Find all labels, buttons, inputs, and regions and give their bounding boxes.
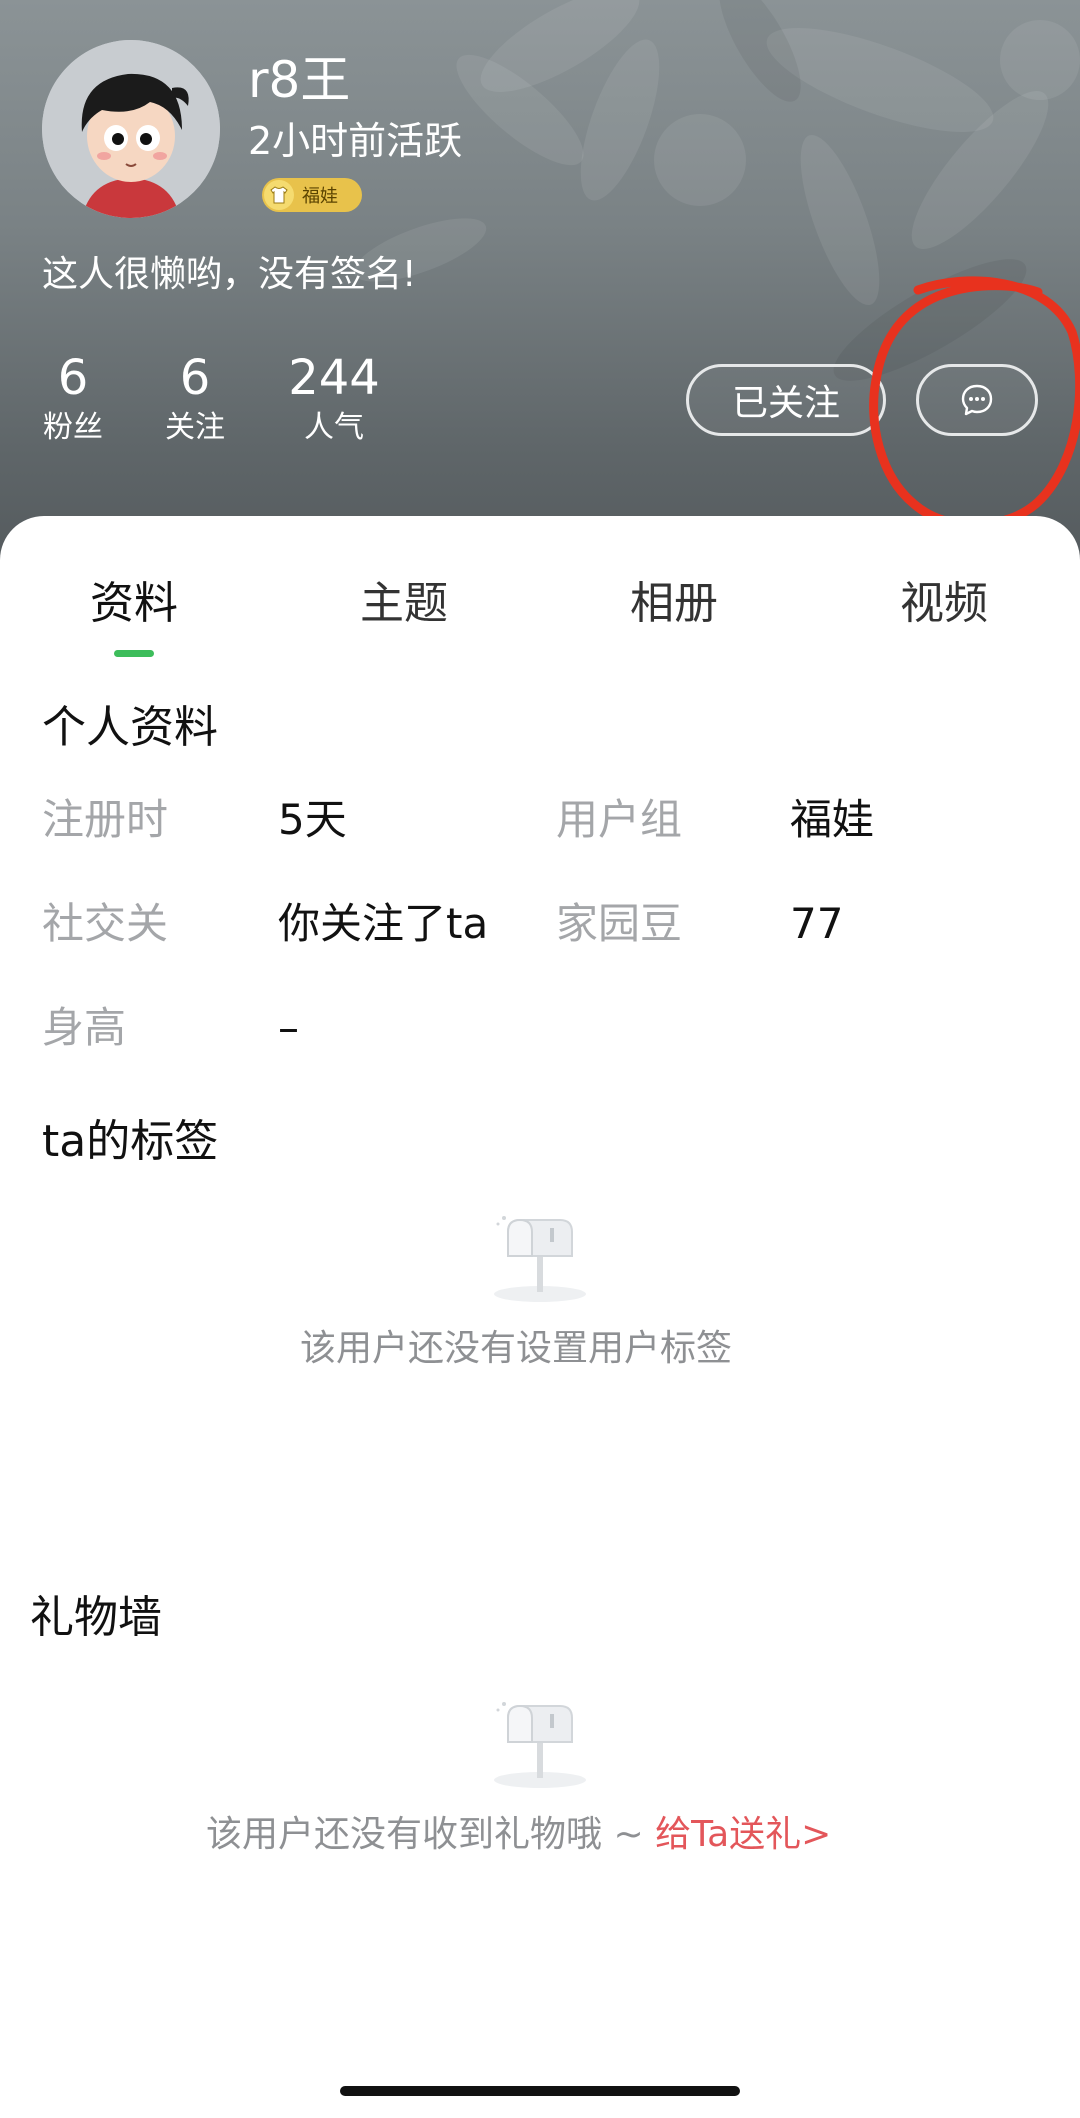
avatar[interactable] — [42, 40, 220, 218]
send-gift-link[interactable]: 给Ta送礼> — [655, 1814, 831, 1855]
gifts-empty-message: 该用户还没有收到礼物哦 ~ — [206, 1814, 656, 1855]
stat-fans[interactable]: 6 粉丝 — [40, 350, 106, 448]
active-status: 2小时前活跃 — [248, 119, 463, 163]
gift-wall-title: 礼物墙 — [30, 1592, 162, 1643]
field-value-height: – — [278, 1003, 299, 1052]
field-key-usergroup: 用户组 — [556, 795, 683, 844]
stat-label: 粉丝 — [43, 410, 103, 445]
field-value-social: 你关注了ta — [278, 899, 489, 948]
field-value-register: 5天 — [278, 795, 347, 844]
field-key-register: 注册时 — [42, 795, 169, 844]
avatar-image — [42, 40, 220, 218]
profile-header: r8王 2小时前活跃 福娃 这人很懒哟，没有签名! 6 粉丝 6 关注 244 … — [0, 0, 1080, 560]
tags-empty-text: 该用户还没有设置用户标签 — [300, 1328, 733, 1369]
empty-mailbox-icon — [494, 1702, 586, 1788]
tab-topics[interactable]: 主题 — [334, 576, 474, 632]
stat-value: 6 — [57, 350, 89, 406]
empty-mailbox-icon — [494, 1216, 586, 1302]
stat-popularity[interactable]: 244 人气 — [282, 350, 386, 448]
stat-value: 6 — [179, 350, 211, 406]
username: r8王 — [248, 51, 351, 109]
field-value-usergroup: 福娃 — [790, 795, 875, 844]
tab-profile[interactable]: 资料 — [64, 576, 204, 632]
stat-label: 关注 — [165, 410, 225, 445]
badge-label: 福娃 — [302, 186, 338, 207]
profile-page: r8王 2小时前活跃 福娃 这人很懒哟，没有签名! 6 粉丝 6 关注 244 … — [0, 0, 1080, 2118]
content-card: 资料 主题 相册 视频 个人资料 注册时 5天 用户组 福娃 社交关 你关注了t… — [0, 516, 1080, 2118]
field-key-height: 身高 — [42, 1003, 127, 1052]
shirt-icon — [264, 180, 294, 210]
chat-bubble-icon — [961, 384, 993, 416]
field-value-beans: 77 — [790, 899, 844, 948]
tab-video[interactable]: 视频 — [874, 576, 1014, 632]
field-key-social: 社交关 — [42, 899, 169, 948]
gifts-empty-text: 该用户还没有收到礼物哦 ~ 给Ta送礼> — [206, 1810, 831, 1860]
active-tab-indicator — [114, 650, 154, 657]
tab-album[interactable]: 相册 — [604, 576, 744, 632]
stat-value: 244 — [288, 350, 380, 406]
personal-info-title: 个人资料 — [42, 702, 218, 753]
user-group-badge[interactable]: 福娃 — [262, 178, 362, 212]
stat-following[interactable]: 6 关注 — [162, 350, 228, 448]
message-button[interactable] — [916, 364, 1038, 436]
home-indicator — [340, 2086, 740, 2096]
stat-label: 人气 — [304, 410, 364, 445]
tags-title: ta的标签 — [42, 1116, 219, 1167]
followed-button[interactable]: 已关注 — [686, 364, 886, 436]
signature: 这人很懒哟，没有签名! — [42, 254, 417, 295]
field-key-beans: 家园豆 — [556, 899, 683, 948]
